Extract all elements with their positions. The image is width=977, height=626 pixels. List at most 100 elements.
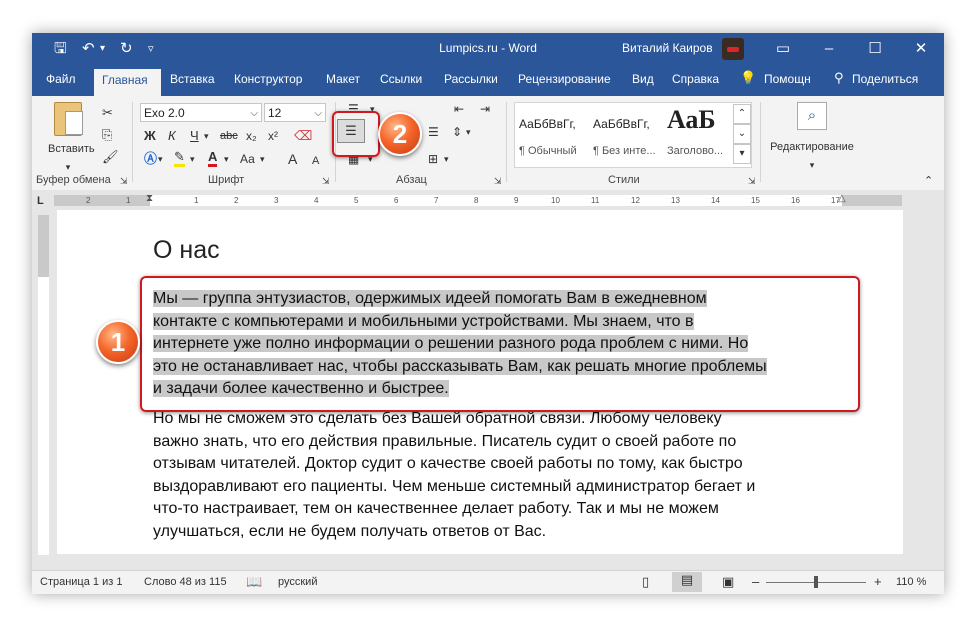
indent-marker-icon[interactable]: ⧗ (146, 193, 153, 204)
styles-launcher-icon[interactable]: ⇲ (748, 176, 756, 187)
ruler-label: 7 (434, 196, 439, 205)
user-name[interactable]: Виталий Каиров (622, 41, 713, 55)
right-indent-marker-icon[interactable]: △ (838, 193, 846, 204)
ruler-label: 1 (126, 196, 131, 205)
tab-mailings[interactable]: Рассылки (444, 72, 498, 86)
superscript-button[interactable]: x² (268, 127, 278, 145)
format-painter-icon[interactable]: 🖌 (102, 148, 119, 166)
borders-dropdown-icon[interactable]: ▾ (444, 150, 449, 168)
share-button[interactable]: Поделиться (852, 72, 918, 86)
chevron-down-icon: ⌵ (250, 108, 258, 119)
clear-formatting-icon[interactable]: ⌫ (294, 127, 312, 145)
underline-button[interactable]: Ч (190, 127, 199, 145)
separator (132, 102, 133, 182)
text-effects-icon[interactable]: Ⓐ (144, 150, 157, 168)
shrink-font-button[interactable]: А (312, 152, 319, 170)
cut-icon[interactable]: ✂ (102, 104, 113, 122)
ruler-label: 15 (751, 196, 760, 205)
style-name: Заголово... (667, 145, 724, 157)
underline-dropdown-icon[interactable]: ▾ (204, 127, 209, 145)
tab-design[interactable]: Конструктор (234, 72, 302, 86)
paste-label: Вставить (48, 143, 95, 155)
bold-button[interactable]: Ж (144, 127, 156, 145)
read-mode-icon[interactable]: ▯ (642, 574, 649, 590)
font-size-combo[interactable]: 12 ⌵ (264, 103, 326, 122)
font-name-combo[interactable]: Exo 2.0 ⌵ (140, 103, 262, 122)
print-layout-icon[interactable]: ▤ (672, 572, 702, 592)
change-case-dropdown-icon[interactable]: ▾ (260, 150, 265, 168)
word-count[interactable]: Слово 48 из 115 (144, 576, 227, 588)
editing-label: Редактирование (770, 141, 854, 153)
ruler-label: 1 (194, 196, 199, 205)
styles-scroll-up-icon[interactable]: ⌃ (733, 104, 751, 124)
separator (760, 102, 761, 182)
paragraph-launcher-icon[interactable]: ⇲ (494, 176, 502, 187)
tab-references[interactable]: Ссылки (380, 72, 422, 86)
strikethrough-button[interactable]: abc (220, 127, 238, 145)
style-heading1[interactable]: АаБ Заголово... (663, 103, 733, 165)
line-spacing-icon[interactable]: ⇕ (452, 123, 462, 141)
tab-selector-icon[interactable]: L (37, 192, 44, 210)
text-effects-dropdown-icon[interactable]: ▾ (158, 150, 163, 168)
increase-indent-icon[interactable]: ⇥ (480, 100, 490, 118)
styles-more-icon[interactable]: ▾ (733, 144, 751, 164)
ruler-label: 6 (394, 196, 399, 205)
page-count[interactable]: Страница 1 из 1 (40, 576, 122, 588)
tab-home[interactable]: Главная (94, 69, 161, 96)
ribbon: Вставить ▾ ✂ ⎘ 🖌 Буфер обмена ⇲ Exo 2.0 … (32, 96, 944, 191)
paste-button[interactable]: Вставить ▾ (48, 102, 95, 176)
highlight-dropdown-icon[interactable]: ▾ (190, 150, 195, 168)
style-name: ¶ Обычный (519, 145, 577, 157)
zoom-slider[interactable] (766, 576, 866, 588)
close-icon[interactable]: ✕ (898, 33, 944, 65)
styles-scroll-down-icon[interactable]: ⌄ (733, 124, 751, 144)
tab-review[interactable]: Рецензирование (518, 72, 611, 86)
subscript-button[interactable]: x₂ (246, 127, 257, 145)
maximize-icon[interactable]: ☐ (852, 33, 898, 65)
proofing-icon[interactable]: 📖 (246, 574, 262, 590)
tab-view[interactable]: Вид (632, 72, 654, 86)
tab-insert[interactable]: Вставка (170, 72, 215, 86)
font-color-icon[interactable]: А (208, 150, 218, 167)
italic-button[interactable]: К (168, 127, 176, 145)
style-normal[interactable]: АаБбВвГг, ¶ Обычный (515, 103, 589, 165)
text-line: важно знать, что его действия правильные… (153, 432, 737, 450)
tab-layout[interactable]: Макет (326, 72, 360, 86)
borders-icon[interactable]: ⊞ (428, 150, 438, 168)
ribbon-display-icon[interactable]: ▭ (760, 33, 806, 65)
web-layout-icon[interactable]: ▣ (722, 574, 734, 590)
clipboard-launcher-icon[interactable]: ⇲ (120, 176, 128, 187)
paste-icon (54, 102, 83, 136)
tab-file[interactable]: Файл (46, 72, 76, 86)
change-case-button[interactable]: Аа (240, 150, 255, 168)
collapse-ribbon-icon[interactable]: ⌃ (924, 172, 933, 190)
font-name-value: Exo 2.0 (144, 106, 185, 120)
zoom-in-icon[interactable]: + (874, 574, 882, 589)
zoom-out-icon[interactable]: – (752, 574, 759, 589)
style-no-spacing[interactable]: АаБбВвГг, ¶ Без инте... (589, 103, 663, 165)
chevron-down-icon: ⌵ (314, 108, 322, 119)
decrease-indent-icon[interactable]: ⇤ (454, 100, 464, 118)
font-launcher-icon[interactable]: ⇲ (322, 176, 330, 187)
zoom-slider-thumb[interactable] (814, 576, 818, 588)
horizontal-ruler: L 2 1 ⧗ 1 2 3 4 5 6 7 8 9 10 11 12 13 14… (32, 190, 944, 210)
ruler-label: 13 (671, 196, 680, 205)
copy-icon[interactable]: ⎘ (102, 126, 112, 144)
lightbulb-icon[interactable]: 💡 (740, 70, 756, 86)
clipboard-group-label: Буфер обмена (36, 174, 111, 186)
tab-help[interactable]: Справка (672, 72, 719, 86)
font-color-dropdown-icon[interactable]: ▾ (224, 150, 229, 168)
avatar[interactable] (722, 38, 744, 60)
styles-group-label: Стили (608, 174, 640, 186)
grow-font-button[interactable]: А (288, 150, 297, 168)
justify-icon[interactable]: ☰ (428, 123, 439, 141)
paragraph[interactable]: Но мы не сможем это сделать без Вашей об… (153, 408, 853, 543)
editing-button[interactable]: ⌕ Редактирование ▾ (766, 102, 858, 174)
line-spacing-dropdown-icon[interactable]: ▾ (466, 123, 471, 141)
minimize-icon[interactable]: – (806, 33, 852, 65)
zoom-level[interactable]: 110 % (896, 576, 926, 588)
highlight-icon[interactable]: ✎ (174, 150, 185, 167)
help-search[interactable]: Помощн (764, 72, 811, 86)
share-person-icon[interactable]: ⚲ (834, 70, 844, 86)
language[interactable]: русский (278, 576, 317, 588)
